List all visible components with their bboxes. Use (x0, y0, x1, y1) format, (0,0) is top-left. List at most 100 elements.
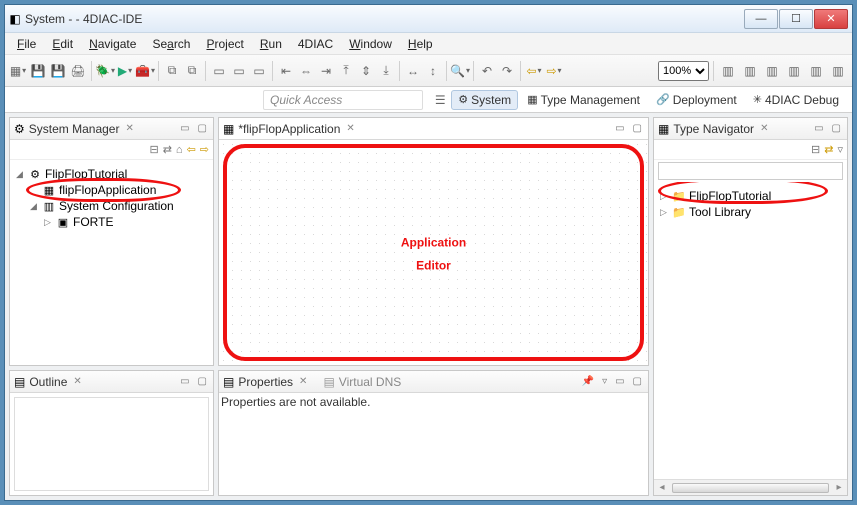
menu-search[interactable]: Search (144, 35, 198, 53)
menu-project[interactable]: Project (198, 35, 251, 53)
tool-r2[interactable]: ▥ (740, 60, 760, 82)
project-icon: ⚙ (28, 168, 42, 181)
tool-button-c[interactable]: ▭ (210, 60, 228, 82)
next-annotation-button[interactable]: ↷ (498, 60, 516, 82)
app-icon: ◧ (5, 12, 25, 26)
prev-annotation-button[interactable]: ↶ (478, 60, 496, 82)
perspective-type-management[interactable]: ▦Type Management (520, 90, 647, 110)
scroll-thumb[interactable] (672, 483, 829, 493)
quick-access-input[interactable]: Quick Access (263, 90, 423, 110)
tool-r5[interactable]: ▥ (806, 60, 826, 82)
print-button[interactable]: 🖨 (69, 60, 87, 82)
new-button[interactable]: ▦ (9, 60, 27, 82)
menu-run[interactable]: Run (252, 35, 290, 53)
view-menu-button[interactable]: ▿ (837, 143, 843, 156)
align-left-button[interactable]: ⇤ (277, 60, 295, 82)
application-icon: ▦ (42, 184, 56, 197)
align-bottom-button[interactable]: ⤓ (377, 60, 395, 82)
type-navigator-tree[interactable]: ▷📁FlipFlopTutorial ▷📁Tool Library (656, 184, 845, 224)
link-editor-button[interactable]: ⇄ (163, 143, 172, 156)
tree-row-application[interactable]: ▦flipFlopApplication (14, 182, 209, 198)
tree-row-forte[interactable]: ▷▣FORTE (14, 214, 209, 230)
menu-4diac[interactable]: 4DIAC (290, 35, 341, 53)
maximize-view-button[interactable]: ▢ (830, 123, 843, 134)
scroll-left-button[interactable]: ◂ (654, 482, 670, 493)
tree-row-library[interactable]: ▷📁Tool Library (658, 204, 843, 220)
minimize-view-button[interactable]: ▭ (178, 376, 191, 387)
collapse-all-button[interactable]: ⊟ (811, 143, 820, 156)
outline-icon: ▤ (14, 375, 25, 389)
align-top-button[interactable]: ⤒ (337, 60, 355, 82)
save-all-button[interactable]: 💾 (49, 60, 67, 82)
view-virtual-dns-tab[interactable]: Virtual DNS (339, 375, 401, 389)
nav-back-button[interactable]: ⇦ (187, 143, 196, 156)
view-menu-button[interactable]: ▿ (600, 376, 609, 387)
system-manager-tree[interactable]: ◢⚙FlipFlopTutorial ▦flipFlopApplication … (12, 162, 211, 234)
tree-row-project[interactable]: ▷📁FlipFlopTutorial (658, 188, 843, 204)
maximize-view-button[interactable]: ▢ (196, 376, 209, 387)
tool-r1[interactable]: ▥ (718, 60, 738, 82)
zoom-select[interactable]: 100% (658, 61, 709, 81)
type-filter-input[interactable] (658, 162, 843, 180)
open-perspective-button[interactable]: ☰ (431, 89, 449, 111)
close-icon[interactable]: ✕ (346, 123, 354, 134)
close-icon[interactable]: ✕ (760, 123, 768, 134)
tool-button-d[interactable]: ▭ (230, 60, 248, 82)
titlebar: ◧ System - - 4DIAC-IDE — ☐ ✕ (5, 5, 852, 33)
tool-r4[interactable]: ▥ (784, 60, 804, 82)
ext-tools-button[interactable]: 🧰 (136, 60, 154, 82)
align-center-button[interactable]: ⇔ (297, 60, 315, 82)
maximize-view-button[interactable]: ▢ (196, 123, 209, 134)
menu-help[interactable]: Help (400, 35, 441, 53)
view-properties-title[interactable]: Properties (238, 375, 293, 389)
close-icon[interactable]: ✕ (299, 376, 307, 387)
tool-button-b[interactable]: ⧉ (183, 60, 201, 82)
close-icon[interactable]: ✕ (125, 123, 133, 134)
perspective-deployment[interactable]: 🔗Deployment (649, 90, 744, 110)
menu-edit[interactable]: Edit (44, 35, 81, 53)
menu-file[interactable]: File (9, 35, 44, 53)
home-button[interactable]: ⌂ (176, 144, 183, 156)
minimize-view-button[interactable]: ▭ (613, 376, 626, 387)
align-middle-button[interactable]: ⇕ (357, 60, 375, 82)
minimize-view-button[interactable]: ▭ (178, 123, 191, 134)
minimize-button[interactable]: — (744, 9, 778, 29)
back-button[interactable]: ⇦ (525, 60, 543, 82)
collapse-all-button[interactable]: ⊟ (149, 143, 158, 156)
debug-icon: ✳ (753, 93, 762, 106)
minimize-view-button[interactable]: ▭ (613, 123, 626, 134)
device-icon: ▣ (56, 216, 70, 229)
close-button[interactable]: ✕ (814, 9, 848, 29)
forward-button[interactable]: ⇨ (545, 60, 563, 82)
match-height-button[interactable]: ↕ (424, 60, 442, 82)
match-width-button[interactable]: ↔ (404, 60, 422, 82)
maximize-view-button[interactable]: ▢ (631, 123, 644, 134)
tool-r6[interactable]: ▥ (828, 60, 848, 82)
menubar: File Edit Navigate Search Project Run 4D… (5, 33, 852, 55)
pin-button[interactable]: 📌 (580, 376, 596, 387)
nav-forward-button[interactable]: ⇨ (200, 143, 209, 156)
maximize-button[interactable]: ☐ (779, 9, 813, 29)
scroll-right-button[interactable]: ▸ (831, 482, 847, 493)
tool-button-a[interactable]: ⧉ (163, 60, 181, 82)
minimize-view-button[interactable]: ▭ (812, 123, 825, 134)
tree-row-project[interactable]: ◢⚙FlipFlopTutorial (14, 166, 209, 182)
run-button[interactable]: ▶ (116, 60, 134, 82)
editor-tab[interactable]: *flipFlopApplication (238, 122, 340, 136)
horizontal-scrollbar[interactable]: ◂ ▸ (654, 479, 847, 495)
close-icon[interactable]: ✕ (73, 376, 81, 387)
tool-r3[interactable]: ▥ (762, 60, 782, 82)
tree-row-sysconfig[interactable]: ◢▥System Configuration (14, 198, 209, 214)
align-right-button[interactable]: ⇥ (317, 60, 335, 82)
save-button[interactable]: 💾 (29, 60, 47, 82)
perspective-system[interactable]: ⚙System (451, 90, 518, 110)
menu-window[interactable]: Window (341, 35, 400, 53)
maximize-view-button[interactable]: ▢ (631, 376, 644, 387)
menu-navigate[interactable]: Navigate (81, 35, 144, 53)
properties-icon: ▤ (223, 375, 234, 389)
search-button[interactable]: 🔍 (451, 60, 469, 82)
debug-button[interactable]: 🪲 (96, 60, 114, 82)
perspective-debug[interactable]: ✳4DIAC Debug (746, 90, 846, 110)
link-button[interactable]: ⇄ (824, 143, 833, 156)
tool-button-e[interactable]: ▭ (250, 60, 268, 82)
